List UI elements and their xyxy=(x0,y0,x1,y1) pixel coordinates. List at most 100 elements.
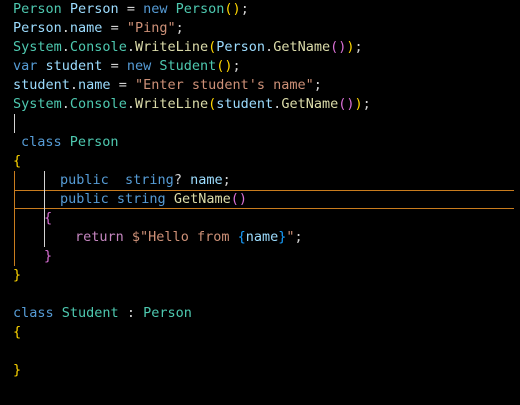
code-token: new xyxy=(143,1,168,17)
code-line[interactable]: Person.name = "Ping"; xyxy=(0,19,520,38)
code-token: ) xyxy=(354,96,363,112)
code-line[interactable]: } xyxy=(0,361,520,380)
code-token: ) xyxy=(346,96,355,112)
code-token: ? xyxy=(173,172,191,188)
code-line[interactable]: System.Console.WriteLine(student.GetName… xyxy=(0,95,520,114)
code-token: Person xyxy=(69,134,119,150)
code-line[interactable]: } xyxy=(0,247,520,266)
line-content: var student = new Student(); xyxy=(13,57,241,76)
code-line[interactable] xyxy=(0,114,520,133)
code-token: name xyxy=(78,77,111,93)
line-content: Person Person = new Person(); xyxy=(13,0,249,19)
code-token: = xyxy=(118,1,144,17)
code-line[interactable]: class Student : Person xyxy=(0,304,520,323)
code-token: Console xyxy=(69,96,127,112)
line-content: { xyxy=(13,323,21,342)
code-token: { xyxy=(13,153,22,169)
code-token: name xyxy=(190,172,223,188)
code-token: = xyxy=(102,20,127,36)
code-token: Person xyxy=(13,20,62,36)
code-token: { xyxy=(237,229,246,245)
line-content: public string? name; xyxy=(60,171,231,190)
code-line[interactable]: public string GetName() xyxy=(0,190,520,209)
code-token: ; xyxy=(354,39,363,55)
line-content: public string GetName() xyxy=(60,190,247,209)
line-content: class Student : Person xyxy=(13,304,192,323)
code-line[interactable]: { xyxy=(0,152,520,171)
code-token: GetName xyxy=(273,39,331,55)
code-token: $"Hello from xyxy=(131,229,238,245)
code-token: ) xyxy=(232,1,241,17)
line-content: student.name = "Enter student's name"; xyxy=(13,76,322,95)
code-token: " xyxy=(286,229,295,245)
code-token: name xyxy=(245,229,279,245)
code-line[interactable]: student.name = "Enter student's name"; xyxy=(0,76,520,95)
code-token: string xyxy=(125,172,174,188)
line-content: return $"Hello from {name}"; xyxy=(75,228,303,247)
code-token: } xyxy=(13,267,22,283)
code-token: { xyxy=(13,324,22,340)
code-token: ( xyxy=(224,1,233,17)
code-token: public xyxy=(60,191,109,207)
code-line[interactable] xyxy=(0,285,520,304)
code-token: } xyxy=(13,362,22,378)
code-token: class xyxy=(13,305,54,321)
code-line[interactable]: } xyxy=(0,266,520,285)
line-content: } xyxy=(13,266,21,285)
code-line[interactable] xyxy=(0,342,520,361)
code-token: ; xyxy=(222,172,231,188)
code-token: . xyxy=(61,39,70,55)
code-line[interactable]: public string? name; xyxy=(0,171,520,190)
code-token: Person xyxy=(13,1,62,17)
line-content: Person.name = "Ping"; xyxy=(13,19,184,38)
code-token: student xyxy=(45,58,103,74)
code-token: Console xyxy=(69,39,127,55)
line-content: System.Console.WriteLine(Person.GetName(… xyxy=(13,38,363,57)
code-line[interactable]: { xyxy=(0,323,520,342)
code-token: GetName xyxy=(281,96,339,112)
code-token: . xyxy=(265,39,274,55)
code-line[interactable]: return $"Hello from {name}"; xyxy=(0,228,520,247)
code-token: class xyxy=(21,134,62,150)
line-content: class Person xyxy=(21,133,119,152)
code-token: = xyxy=(102,58,127,74)
code-line[interactable]: System.Console.WriteLine(Person.GetName(… xyxy=(0,38,520,57)
code-line[interactable]: { xyxy=(0,209,520,228)
code-token: name xyxy=(69,20,103,36)
code-token: . xyxy=(61,20,70,36)
code-token: Person xyxy=(175,1,225,17)
code-token: Person xyxy=(69,1,119,17)
code-token: ; xyxy=(362,96,371,112)
code-line[interactable]: var student = new Student(); xyxy=(0,57,520,76)
code-token: : xyxy=(118,305,144,321)
code-token: ) xyxy=(346,39,355,55)
code-token: . xyxy=(126,96,135,112)
code-token: ( xyxy=(230,191,239,207)
line-content: } xyxy=(44,247,52,266)
code-token: student xyxy=(13,77,70,93)
code-line[interactable]: class Person xyxy=(0,133,520,152)
code-token: GetName xyxy=(173,191,231,207)
code-editor[interactable]: Person Person = new Person(); Person.nam… xyxy=(0,0,520,405)
code-token: ; xyxy=(232,58,241,74)
code-token: Student xyxy=(159,58,217,74)
code-token: . xyxy=(61,96,70,112)
code-token: ( xyxy=(330,39,339,55)
code-token: "Ping" xyxy=(126,20,176,36)
code-line[interactable]: Person Person = new Person(); xyxy=(0,0,520,19)
code-token: System xyxy=(13,39,62,55)
code-token: System xyxy=(13,96,62,112)
code-token: { xyxy=(44,210,53,226)
code-token: ; xyxy=(294,229,303,245)
code-token: ; xyxy=(240,1,249,17)
code-token: student xyxy=(216,96,274,112)
code-token: "Enter student's name" xyxy=(134,77,314,93)
